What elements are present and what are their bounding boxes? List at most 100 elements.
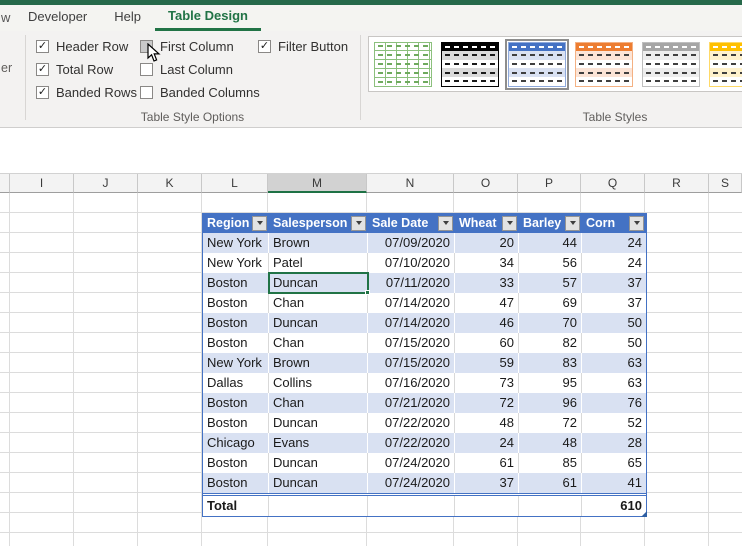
table-cell[interactable]: New York — [203, 353, 269, 373]
ribbon-tab-clipped[interactable]: w — [0, 5, 14, 31]
table-cell[interactable]: 76 — [582, 393, 646, 413]
column-header-J[interactable]: J — [74, 174, 138, 193]
filter-dropdown-button[interactable] — [502, 216, 517, 231]
checkbox-banded-rows[interactable]: ✓Banded Rows — [36, 81, 140, 104]
table-cell[interactable]: 60 — [455, 333, 519, 353]
table-cell[interactable]: Boston — [203, 333, 269, 353]
table-cell[interactable]: 07/21/2020 — [368, 393, 455, 413]
table-cell[interactable]: Duncan — [269, 453, 368, 473]
table-cell[interactable]: 65 — [582, 453, 646, 473]
table-cell[interactable]: Boston — [203, 393, 269, 413]
column-header-R[interactable]: R — [645, 174, 709, 193]
table-cell[interactable]: 07/22/2020 — [368, 433, 455, 453]
ribbon-tab-table-design[interactable]: Table Design — [155, 5, 261, 31]
table-cell[interactable]: 57 — [519, 273, 582, 293]
table-style-swatch-light-green-grid[interactable] — [374, 42, 432, 87]
table-style-swatch-medium-blue[interactable] — [508, 42, 566, 87]
table-cell[interactable]: 37 — [582, 273, 646, 293]
table-cell[interactable]: Boston — [203, 293, 269, 313]
checkbox-box[interactable]: ✓ — [258, 40, 271, 53]
table-cell[interactable]: 61 — [519, 473, 582, 493]
table-cell[interactable]: Duncan — [269, 313, 368, 333]
table-cell[interactable]: 50 — [582, 313, 646, 333]
checkbox-box[interactable] — [140, 63, 153, 76]
table-cell[interactable]: Dallas — [203, 373, 269, 393]
table-cell[interactable]: Boston — [203, 273, 269, 293]
table-cell[interactable]: 56 — [519, 253, 582, 273]
checkbox-total-row[interactable]: ✓Total Row — [36, 58, 140, 81]
table-cell[interactable]: Chicago — [203, 433, 269, 453]
table-cell[interactable]: 48 — [519, 433, 582, 453]
filter-dropdown-button[interactable] — [629, 216, 644, 231]
checkbox-box[interactable]: ✓ — [36, 63, 49, 76]
table-cell[interactable]: 07/11/2020 — [368, 273, 455, 293]
column-header-L[interactable]: L — [202, 174, 268, 193]
table-cell[interactable]: New York — [203, 233, 269, 253]
table-cell[interactable]: 07/22/2020 — [368, 413, 455, 433]
table-cell[interactable]: Collins — [269, 373, 368, 393]
table-cell[interactable]: 24 — [582, 253, 646, 273]
ribbon-tab-help[interactable]: Help — [101, 5, 154, 31]
table-cell[interactable]: 07/24/2020 — [368, 473, 455, 493]
table-cell[interactable]: 44 — [519, 233, 582, 253]
column-header-M[interactable]: M — [268, 174, 367, 193]
table-cell[interactable]: 07/10/2020 — [368, 253, 455, 273]
checkbox-banded-columns[interactable]: Banded Columns — [140, 81, 258, 104]
table-header-wheat[interactable]: Wheat — [455, 213, 519, 233]
table-cell[interactable]: 85 — [519, 453, 582, 473]
checkbox-filter-button[interactable]: ✓Filter Button — [258, 35, 348, 58]
table-style-swatch-medium-gold[interactable] — [709, 42, 742, 87]
table-cell[interactable]: 07/15/2020 — [368, 353, 455, 373]
total-value-cell[interactable]: 610 — [582, 496, 646, 516]
checkbox-header-row[interactable]: ✓Header Row — [36, 35, 140, 58]
table-cell[interactable]: 07/24/2020 — [368, 453, 455, 473]
grid-area[interactable]: RegionSalespersonSale DateWheatBarleyCor… — [0, 193, 742, 546]
table-cell[interactable]: 28 — [582, 433, 646, 453]
table-cell[interactable]: 82 — [519, 333, 582, 353]
table-cell[interactable]: 41 — [582, 473, 646, 493]
column-header-P[interactable]: P — [518, 174, 581, 193]
table-cell[interactable]: 73 — [455, 373, 519, 393]
table-cell[interactable]: Chan — [269, 333, 368, 353]
filter-dropdown-button[interactable] — [351, 216, 366, 231]
table-cell[interactable]: 83 — [519, 353, 582, 373]
checkbox-box[interactable]: ✓ — [36, 40, 49, 53]
table-cell[interactable]: 70 — [519, 313, 582, 333]
table-cell[interactable]: 33 — [455, 273, 519, 293]
total-empty-cell[interactable] — [269, 496, 368, 516]
table-cell[interactable]: Evans — [269, 433, 368, 453]
total-empty-cell[interactable] — [519, 496, 582, 516]
table-cell[interactable]: Duncan — [269, 413, 368, 433]
column-header-N[interactable]: N — [367, 174, 454, 193]
table-style-swatch-dark-black[interactable] — [441, 42, 499, 87]
table-style-swatch-medium-gray[interactable] — [642, 42, 700, 87]
column-header-S[interactable]: S — [709, 174, 742, 193]
table-cell[interactable]: 07/14/2020 — [368, 313, 455, 333]
filter-dropdown-button[interactable] — [252, 216, 267, 231]
active-cell-selection[interactable] — [268, 272, 369, 294]
table-cell[interactable]: Chan — [269, 393, 368, 413]
table-cell[interactable]: 61 — [455, 453, 519, 473]
table-cell[interactable]: Boston — [203, 313, 269, 333]
table-cell[interactable]: 48 — [455, 413, 519, 433]
fill-handle[interactable] — [365, 290, 370, 295]
table-cell[interactable]: 24 — [455, 433, 519, 453]
table-cell[interactable]: 24 — [582, 233, 646, 253]
table-cell[interactable]: 63 — [582, 373, 646, 393]
column-header-I[interactable]: I — [10, 174, 74, 193]
table-cell[interactable]: 95 — [519, 373, 582, 393]
table-header-barley[interactable]: Barley — [519, 213, 582, 233]
ribbon-tab-developer[interactable]: Developer — [15, 5, 100, 31]
table-cell[interactable]: Boston — [203, 413, 269, 433]
total-label-cell[interactable]: Total — [203, 496, 269, 516]
table-cell[interactable]: Chan — [269, 293, 368, 313]
table-cell[interactable]: 63 — [582, 353, 646, 373]
table-cell[interactable]: 50 — [582, 333, 646, 353]
table-cell[interactable]: 59 — [455, 353, 519, 373]
table-header-salesperson[interactable]: Salesperson — [269, 213, 368, 233]
table-cell[interactable]: Brown — [269, 233, 368, 253]
table-cell[interactable]: 07/15/2020 — [368, 333, 455, 353]
table-cell[interactable]: 20 — [455, 233, 519, 253]
table-cell[interactable]: 96 — [519, 393, 582, 413]
checkbox-box[interactable] — [140, 86, 153, 99]
